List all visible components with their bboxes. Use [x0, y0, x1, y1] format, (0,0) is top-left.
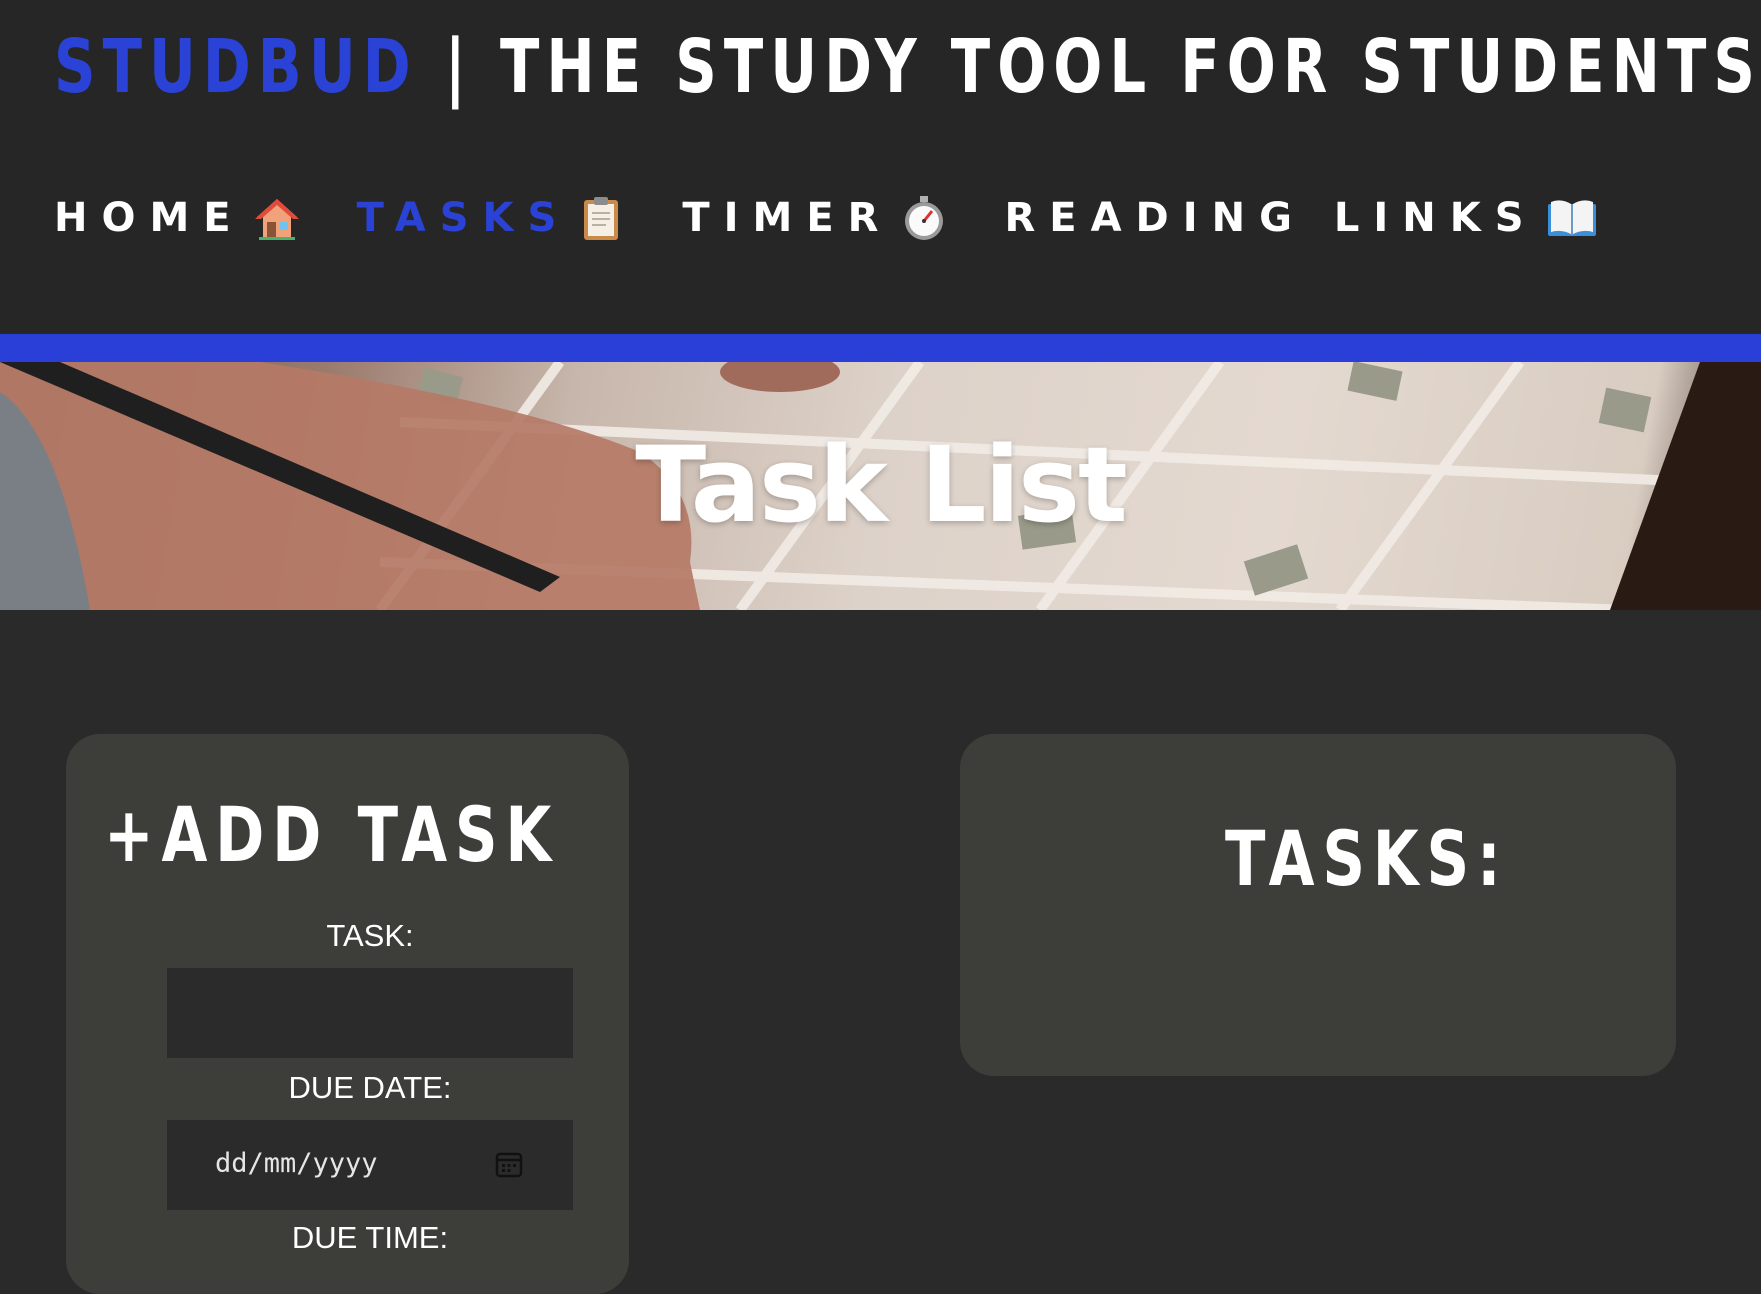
nav-reading-links-label: READING LINKS	[1004, 195, 1538, 241]
due-date-input[interactable]: dd/mm/yyyy	[167, 1120, 573, 1210]
tasks-heading: TASKS:	[1225, 814, 1509, 903]
brand-tagline: | THE STUDY TOOL FOR STUDENTS	[417, 24, 1761, 110]
add-task-heading: +ADD TASK	[104, 790, 560, 879]
due-date-placeholder: dd/mm/yyyy	[215, 1148, 378, 1179]
hero-banner: Task List	[0, 362, 1761, 610]
nav-home[interactable]: HOME	[54, 194, 301, 242]
clipboard-icon	[578, 194, 626, 242]
house-icon	[253, 194, 301, 242]
site-header: STUDBUD | THE STUDY TOOL FOR STUDENTS HO…	[0, 0, 1761, 334]
task-input[interactable]	[167, 968, 573, 1058]
nav-home-label: HOME	[54, 195, 245, 241]
site-title: STUDBUD | THE STUDY TOOL FOR STUDENTS	[54, 24, 1761, 110]
brand-name[interactable]: STUDBUD	[54, 24, 418, 110]
task-label: TASK:	[326, 918, 414, 953]
tasks-list-card	[960, 734, 1676, 1076]
main-nav: HOME TASKS TIMER READING LINKS	[54, 188, 1650, 248]
accent-divider	[0, 334, 1761, 362]
due-date-label: DUE DATE:	[288, 1070, 452, 1105]
nav-timer-label: TIMER	[682, 195, 893, 241]
stopwatch-icon	[900, 194, 948, 242]
nav-tasks-label: TASKS	[356, 195, 571, 241]
due-time-label: DUE TIME:	[291, 1220, 449, 1255]
nav-timer[interactable]: TIMER	[682, 194, 948, 242]
open-book-icon	[1546, 194, 1596, 242]
nav-reading-links[interactable]: READING LINKS	[1004, 194, 1596, 242]
nav-tasks[interactable]: TASKS	[357, 194, 627, 242]
calendar-icon[interactable]	[495, 1150, 523, 1178]
page-title: Task List	[635, 424, 1128, 546]
